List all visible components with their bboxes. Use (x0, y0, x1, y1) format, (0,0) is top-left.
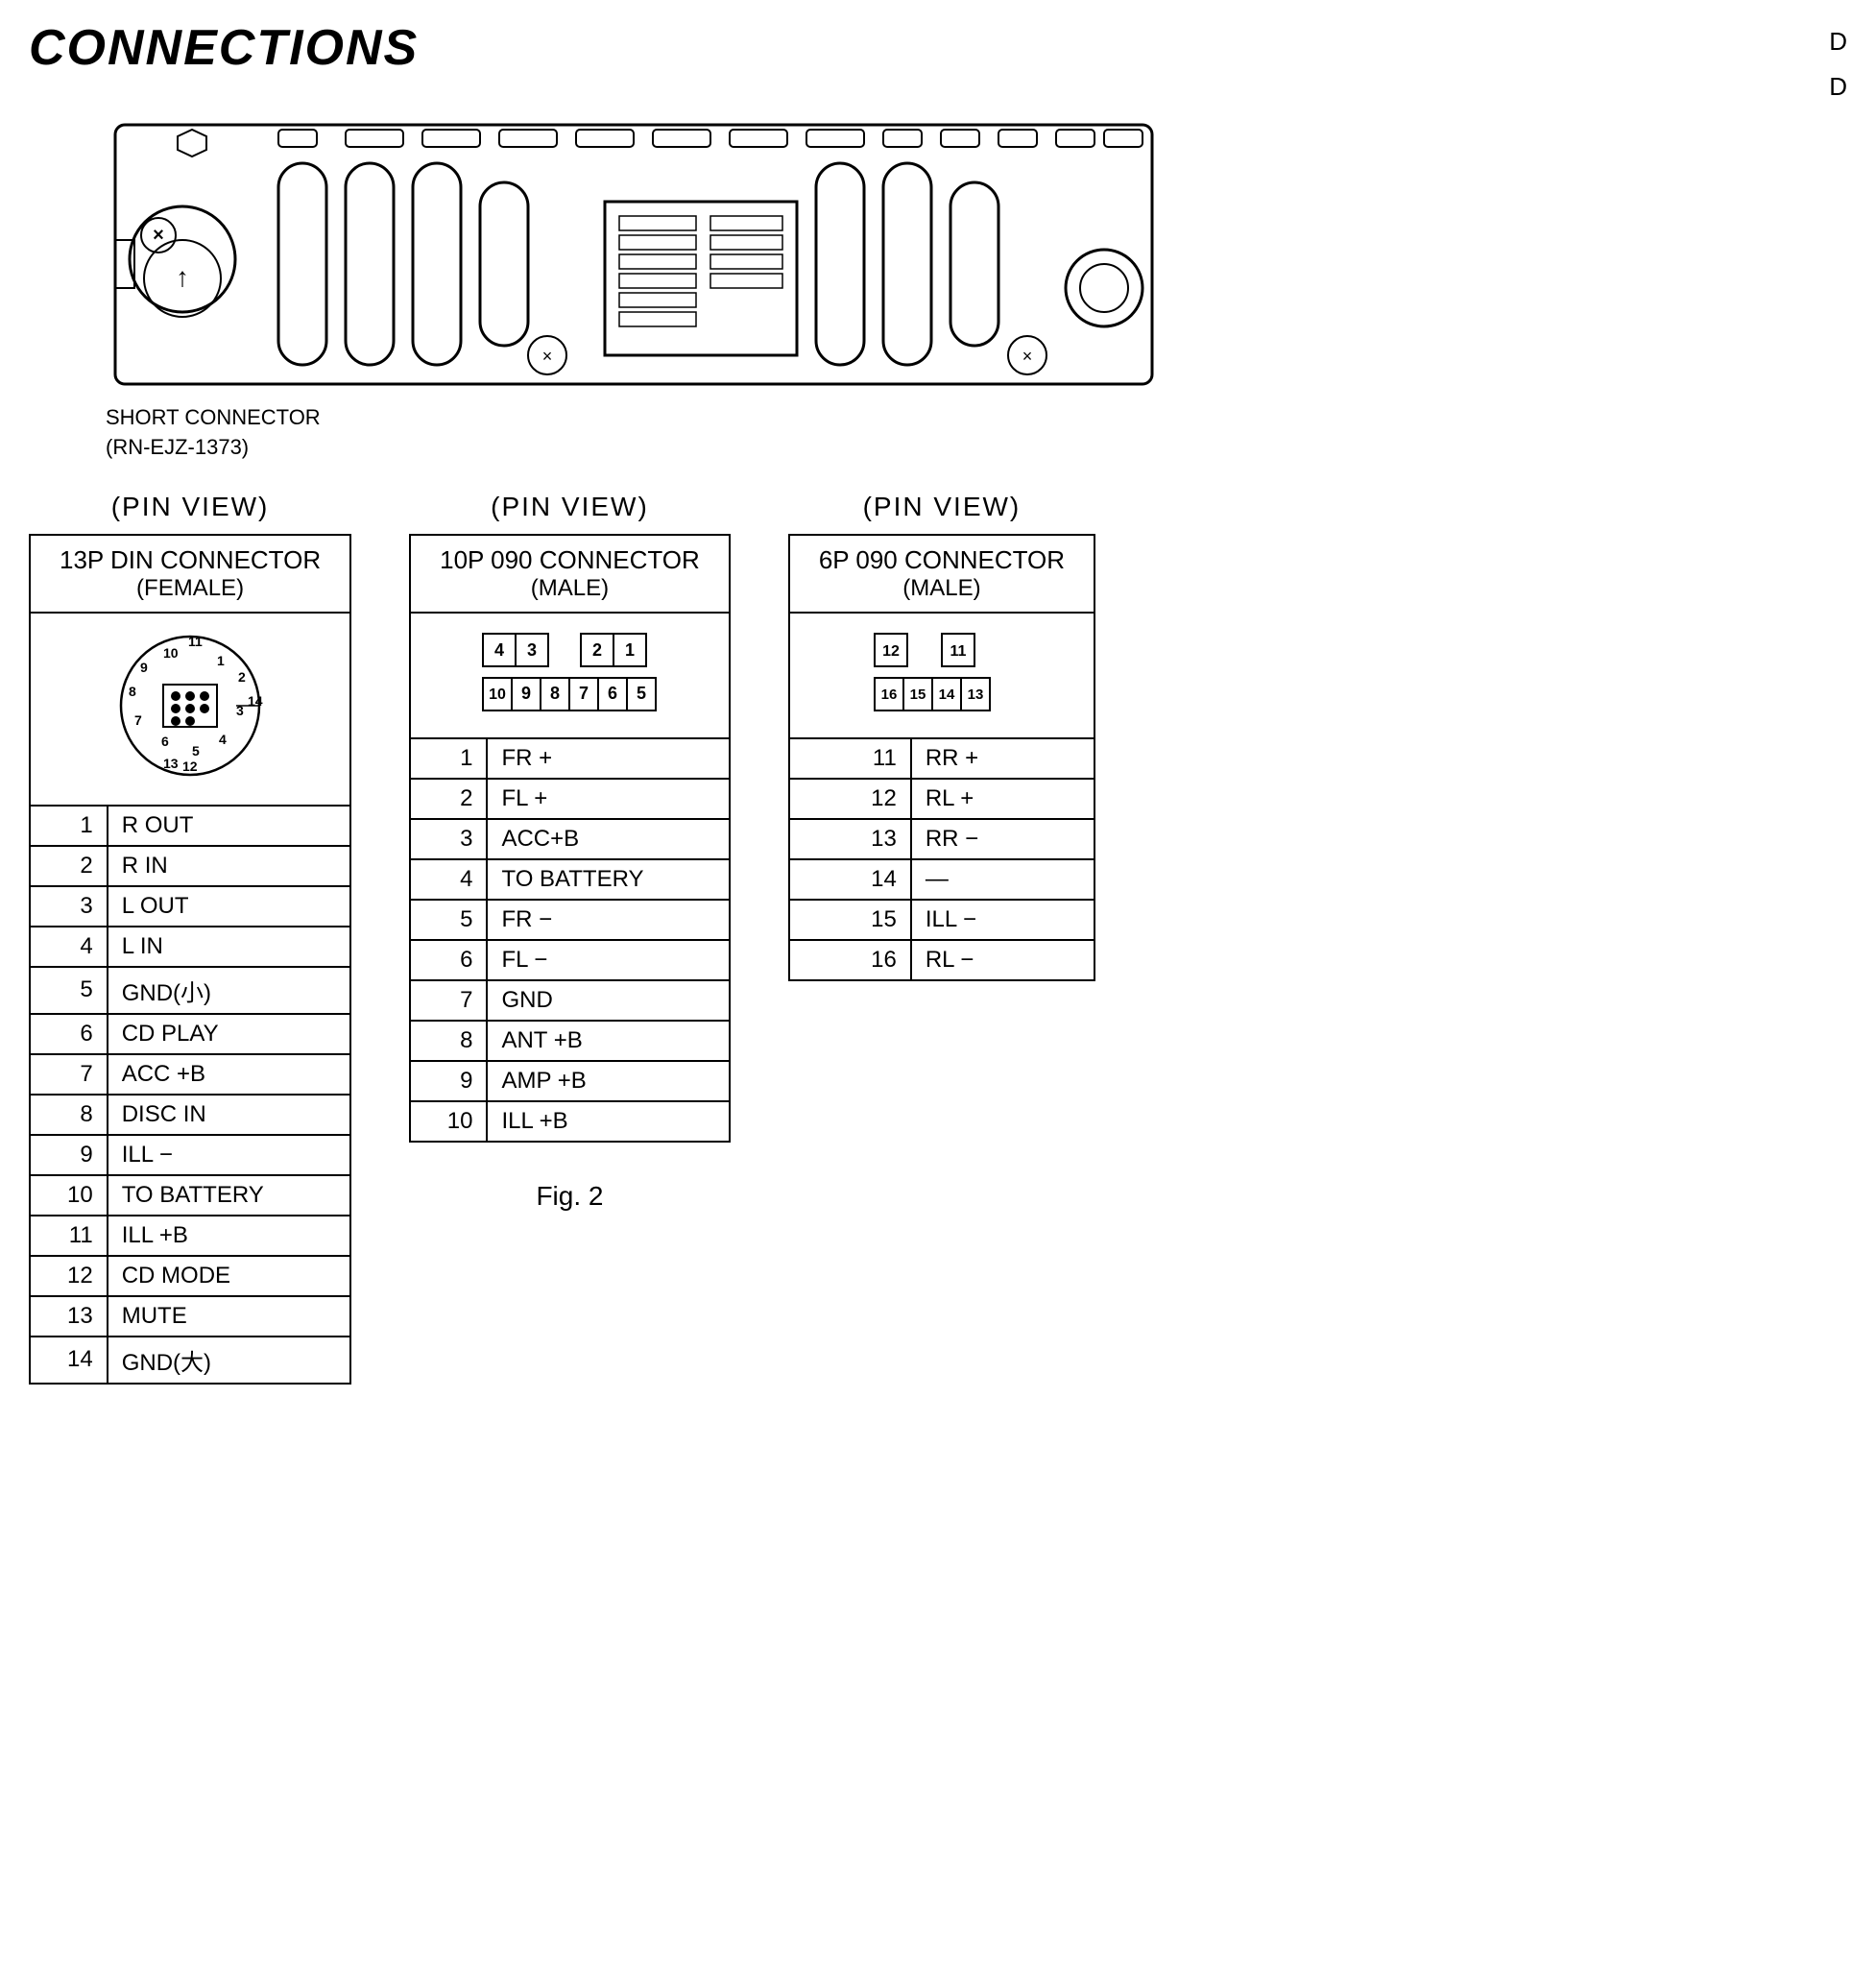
table-row: 2R IN (30, 846, 350, 886)
svg-text:2: 2 (238, 669, 246, 685)
svg-text:2: 2 (592, 640, 602, 660)
svg-text:5: 5 (637, 684, 646, 703)
svg-text:↑: ↑ (176, 262, 189, 292)
table-row: 8ANT +B (410, 1021, 730, 1061)
svg-text:15: 15 (910, 686, 926, 703)
top-right-labels: DD (1829, 19, 1847, 109)
table-row: 7ACC +B (30, 1054, 350, 1095)
table-row: 9ILL − (30, 1135, 350, 1175)
table-row: 3ACC+B (410, 819, 730, 859)
svg-text:8: 8 (129, 684, 136, 699)
svg-text:×: × (542, 347, 553, 366)
connector-6p-block: (PIN VIEW) 6P 090 CONNECTOR (MALE) 12 11 (788, 492, 1095, 981)
table-13p: 13P DIN CONNECTOR (FEMALE) (29, 534, 351, 1385)
table-row: 7GND (410, 980, 730, 1021)
svg-text:1: 1 (217, 653, 225, 668)
connectors-section: (PIN VIEW) 13P DIN CONNECTOR (FEMALE) (29, 492, 1847, 1385)
svg-text:5: 5 (192, 743, 200, 759)
svg-text:10: 10 (163, 645, 179, 661)
table-row: 14GND(大) (30, 1337, 350, 1384)
table-row: 13MUTE (30, 1296, 350, 1337)
svg-text:16: 16 (881, 686, 898, 703)
svg-text:3: 3 (527, 640, 537, 660)
svg-text:4: 4 (494, 640, 504, 660)
table-row: 10ILL +B (410, 1101, 730, 1142)
table-row: 12CD MODE (30, 1256, 350, 1296)
table-row: 5GND(小) (30, 967, 350, 1014)
table-row: 3L OUT (30, 886, 350, 927)
10p-pin-diagram: 4 3 2 1 10 9 (473, 629, 665, 715)
table-row: 11RR + (789, 738, 1094, 779)
svg-text:10: 10 (490, 686, 507, 703)
svg-text:14: 14 (939, 686, 955, 703)
svg-text:7: 7 (579, 684, 589, 703)
table-row: 8DISC IN (30, 1095, 350, 1135)
svg-text:×: × (153, 225, 164, 246)
table-row: 1R OUT (30, 806, 350, 846)
svg-text:9: 9 (521, 684, 531, 703)
pin-view-6p: (PIN VIEW) (863, 492, 1022, 522)
svg-text:×: × (1022, 347, 1033, 366)
table-row: 16RL − (789, 940, 1094, 980)
table-row: 6CD PLAY (30, 1014, 350, 1054)
13p-pin-diagram: 1 2 3 4 5 6 7 8 9 10 11 12 13 1 (113, 629, 267, 783)
table-row: 13RR − (789, 819, 1094, 859)
pin-view-10p: (PIN VIEW) (491, 492, 649, 522)
svg-text:1: 1 (625, 640, 635, 660)
short-connector-label: SHORT CONNECTOR (RN-EJZ-1373) (106, 403, 1847, 463)
svg-text:4: 4 (219, 732, 227, 747)
svg-text:7: 7 (134, 712, 142, 728)
table-row: 15ILL − (789, 900, 1094, 940)
svg-text:9: 9 (140, 660, 148, 675)
table-row: 5FR − (410, 900, 730, 940)
fig-label: Fig. 2 (536, 1181, 603, 1212)
svg-text:8: 8 (550, 684, 560, 703)
table-row: 10TO BATTERY (30, 1175, 350, 1216)
svg-text:12: 12 (182, 759, 198, 774)
table-row: 14— (789, 859, 1094, 900)
svg-text:11: 11 (188, 634, 203, 649)
table-row: 2FL + (410, 779, 730, 819)
svg-text:12: 12 (882, 643, 900, 660)
svg-text:6: 6 (161, 734, 169, 749)
page-title: CONNECTIONS (29, 19, 1847, 77)
device-diagram: × ↑ × × (106, 96, 1162, 403)
table-row: 4L IN (30, 927, 350, 967)
table-10p: 10P 090 CONNECTOR (MALE) 4 3 2 (409, 534, 731, 1143)
table-row: 1FR + (410, 738, 730, 779)
table-6p: 6P 090 CONNECTOR (MALE) 12 11 (788, 534, 1095, 981)
pin-view-13p: (PIN VIEW) (111, 492, 270, 522)
connector-13p-block: (PIN VIEW) 13P DIN CONNECTOR (FEMALE) (29, 492, 351, 1385)
table-row: 4TO BATTERY (410, 859, 730, 900)
svg-text:6: 6 (608, 684, 617, 703)
table-row: 12RL + (789, 779, 1094, 819)
svg-text:11: 11 (950, 643, 966, 660)
svg-text:13: 13 (163, 756, 179, 771)
svg-text:13: 13 (968, 686, 984, 703)
table-row: 6FL − (410, 940, 730, 980)
table-row: 11ILL +B (30, 1216, 350, 1256)
6p-pin-diagram: 12 11 16 15 14 13 (865, 629, 1019, 715)
table-row: 9AMP +B (410, 1061, 730, 1101)
connector-10p-block: (PIN VIEW) 10P 090 CONNECTOR (MALE) 4 3 (409, 492, 731, 1212)
